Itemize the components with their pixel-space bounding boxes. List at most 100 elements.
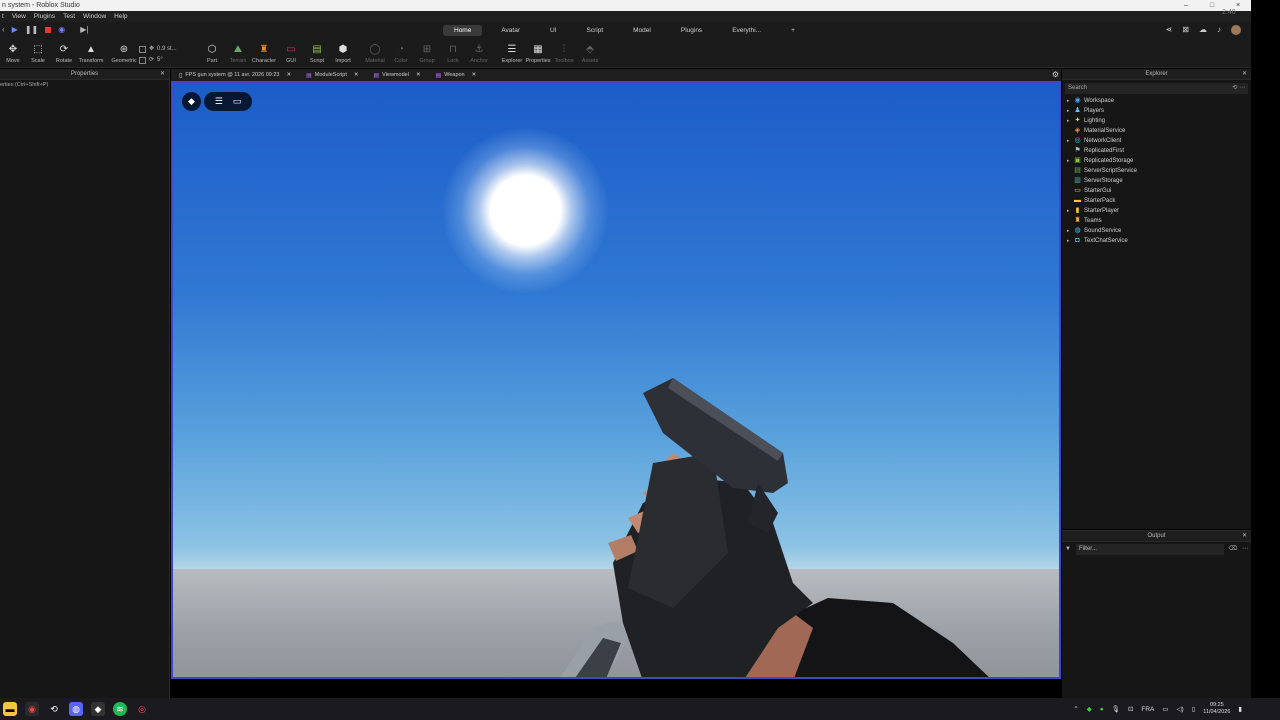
hamburger-menu-icon[interactable]: ☰ (215, 96, 223, 107)
tray-chevron-icon[interactable]: ⌃ (1073, 705, 1078, 713)
explorer-search-input[interactable]: Search ⟲ ⋯ (1065, 83, 1248, 94)
tab-avatar[interactable]: Avatar (490, 25, 531, 36)
close-icon[interactable]: ✕ (354, 72, 359, 78)
menu-plugins[interactable]: Plugins (34, 11, 55, 22)
explorer-item[interactable]: ▸ ◘ TextChatService (1062, 236, 1251, 246)
terrain-tool[interactable]: ⛰ Terrain (225, 43, 251, 64)
microphone-icon[interactable]: 🎙︎ (1112, 705, 1120, 713)
explorer-tool[interactable]: ☰ Explorer (499, 43, 525, 64)
transform-tool[interactable]: ▲ Transform (78, 43, 104, 64)
menu-file[interactable]: t (2, 11, 4, 22)
close-icon[interactable]: ✕ (416, 72, 421, 78)
notification-bell-icon[interactable]: ▮ (1238, 705, 1242, 713)
lock-tool[interactable]: ⊓ Lock (440, 43, 466, 64)
explorer-item[interactable]: ▸ ◉ Workspace (1062, 96, 1251, 106)
doc-tab-weapon[interactable]: ▤ Weapon ✕ (428, 69, 484, 81)
rotate-tool[interactable]: ⟳ Rotate (51, 43, 77, 64)
explorer-item[interactable]: ▬ StarterPack (1062, 196, 1251, 206)
minimize-button[interactable]: – (1181, 0, 1191, 11)
explorer-item[interactable]: ▤ ServerScriptService (1062, 166, 1251, 176)
explorer-item[interactable]: ▸ ✦ Lighting (1062, 116, 1251, 126)
explorer-item[interactable]: ♜ Teams (1062, 216, 1251, 226)
cloud-icon[interactable]: ☁ (1199, 25, 1207, 35)
move-tool[interactable]: ✥ Move (0, 43, 26, 64)
part-tool[interactable]: ⬡ Part (199, 43, 225, 64)
doc-tab-viewmodel[interactable]: ▤ Viewmodel ✕ (365, 69, 427, 81)
explorer-item[interactable]: ▸ ▣ ReplicatedStorage (1062, 156, 1251, 166)
pause-icon[interactable]: ❚❚ (25, 25, 38, 34)
play-icon[interactable]: ▶ (12, 25, 18, 34)
share-icon[interactable]: ⋖ (1166, 25, 1173, 35)
close-icon[interactable]: ✕ (286, 72, 291, 78)
toolbox-tool[interactable]: ⫶ Toolbox (551, 43, 577, 64)
chrome-icon[interactable]: ◉ (25, 702, 39, 716)
battery-icon[interactable]: ▯ (1192, 705, 1196, 713)
tray-app-icon[interactable]: ◆ (1087, 705, 1092, 713)
close-icon[interactable]: ✕ (1242, 531, 1247, 542)
doc-tab-modulescript[interactable]: ▤ ModuleScript ✕ (298, 69, 365, 81)
add-tab-button[interactable]: + (780, 25, 806, 36)
volume-icon[interactable]: ◁) (1177, 705, 1184, 713)
menu-test[interactable]: Test (63, 11, 75, 22)
scale-tool[interactable]: ⬚ Scale (25, 43, 51, 64)
notification-icon[interactable]: ♪ (1217, 25, 1221, 35)
explorer-item[interactable]: ▸ ◎ NetworkClient (1062, 136, 1251, 146)
explorer-item[interactable]: ▸ ◍ SoundService (1062, 226, 1251, 236)
anchor-tool[interactable]: ⚓ Anchor (466, 43, 492, 64)
tab-script[interactable]: Script (576, 25, 615, 36)
explorer-item[interactable]: ▥ ServerStorage (1062, 176, 1251, 186)
browser-icon[interactable]: ⟲ (47, 702, 61, 716)
game-viewport[interactable]: ◆ ☰ ▭ (171, 81, 1061, 679)
material-tool[interactable]: ◯ Material (362, 43, 388, 64)
close-icon[interactable]: ✕ (160, 69, 165, 80)
move-snap-value[interactable]: 0.9 st... (157, 44, 177, 55)
language-indicator[interactable]: FRA (1141, 706, 1154, 713)
tray-app-icon[interactable]: ● (1100, 706, 1104, 713)
geometric-tool[interactable]: ⊛ Geometric (111, 43, 137, 64)
avatar[interactable] (1231, 25, 1241, 35)
close-icon[interactable]: ✕ (1242, 69, 1247, 80)
menu-window[interactable]: Window (83, 11, 106, 22)
step-icon[interactable]: ▶| (80, 25, 88, 34)
script-tool[interactable]: ▤ Script (304, 43, 330, 64)
color-tool[interactable]: ◔ Color (388, 43, 414, 64)
import-tool[interactable]: ⬢ Import (330, 43, 356, 64)
back-icon[interactable]: ‹ (2, 25, 5, 34)
snap-move-checkbox[interactable] (139, 46, 146, 53)
explorer-item[interactable]: ▸ ♟ Players (1062, 106, 1251, 116)
chat-icon[interactable]: ▭ (233, 96, 242, 107)
roblox-logo-button[interactable]: ◆ (182, 92, 201, 111)
gui-tool[interactable]: ▭ GUI (278, 43, 304, 64)
stop-icon[interactable] (45, 26, 52, 33)
app-icon[interactable]: ◎ (135, 702, 149, 716)
group-tool[interactable]: ⊞ Group (414, 43, 440, 64)
tab-model[interactable]: Model (622, 25, 662, 36)
collab-icon[interactable]: ⊠ (1182, 25, 1189, 35)
spotify-icon[interactable]: ≋ (113, 702, 127, 716)
discord-icon[interactable]: ◍ (69, 702, 83, 716)
history-icon[interactable]: ⟲ ⋯ (1232, 83, 1245, 94)
output-filter-input[interactable]: Filter... (1075, 544, 1224, 555)
clock[interactable]: 09:25 11/04/2026 (1203, 702, 1230, 716)
maximize-button[interactable]: □ (1207, 0, 1217, 11)
close-icon[interactable]: ✕ (472, 72, 477, 78)
more-icon[interactable]: ⋯ (1242, 544, 1248, 555)
explorer-item[interactable]: ▭ StarterGui (1062, 186, 1251, 196)
snap-rotate-checkbox[interactable] (139, 57, 146, 64)
filter-icon[interactable]: ▼ (1065, 544, 1071, 555)
tab-home[interactable]: Home (443, 25, 483, 36)
tray-app-icon[interactable]: ⊡ (1128, 705, 1133, 713)
properties-tool[interactable]: ▦ Properties (525, 43, 551, 64)
record-icon[interactable]: ◉ (58, 25, 65, 34)
assets-tool[interactable]: ⬘ Assets (577, 43, 603, 64)
explorer-item[interactable]: ▸ ▮ StarterPlayer (1062, 206, 1251, 216)
file-explorer-icon[interactable]: ▬ (3, 702, 17, 716)
explorer-item[interactable]: ◈ MaterialService (1062, 126, 1251, 136)
clear-output-icon[interactable]: ⌫ (1229, 544, 1237, 555)
roblox-studio-icon[interactable]: ◆ (91, 702, 105, 716)
rotate-snap-value[interactable]: 5° (157, 55, 163, 66)
network-icon[interactable]: ▭ (1162, 705, 1168, 713)
tab-plugins[interactable]: Plugins (670, 25, 713, 36)
doc-tab-place[interactable]: ▯ FPS gun system @ 11 avr. 2026 09:23 ✕ (171, 69, 298, 81)
tab-ui[interactable]: UI (539, 25, 568, 36)
